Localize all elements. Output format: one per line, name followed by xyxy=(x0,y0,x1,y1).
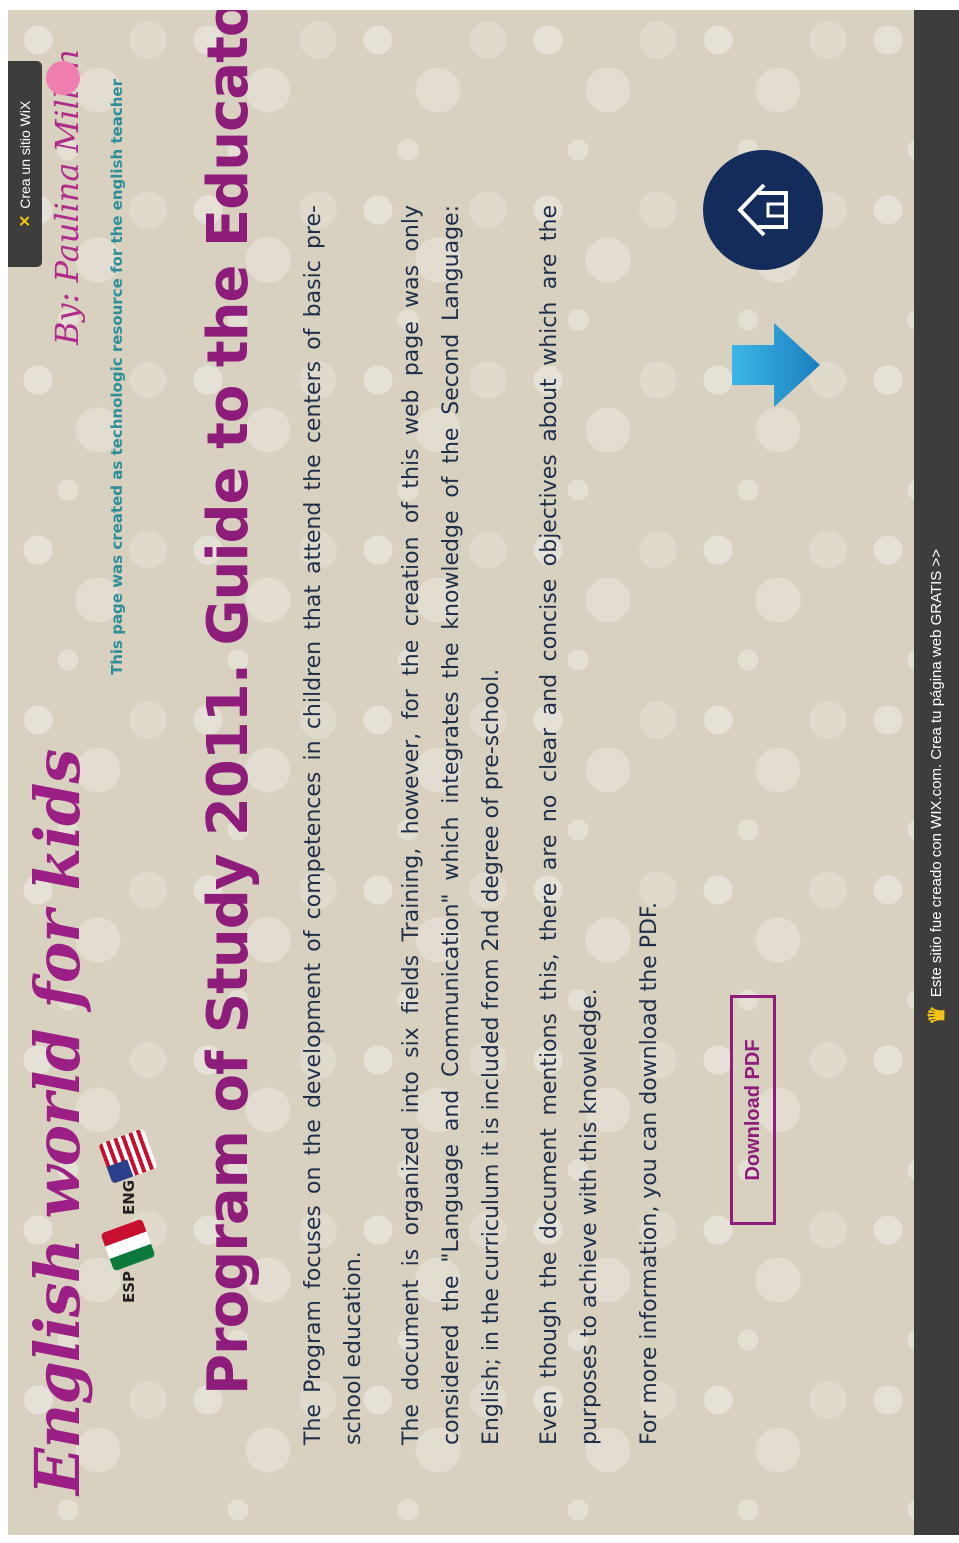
page-title: Program of Study 2011. Guide to the Educ… xyxy=(196,10,261,1395)
page-canvas: ✕ Crea un sitio WiX English world for ki… xyxy=(8,10,914,1535)
wix-footer-text[interactable]: Este sitio fue creado con WIX.com. Crea … xyxy=(928,549,945,997)
rotated-content: ✕ Crea un sitio WiX English world for ki… xyxy=(8,10,914,1535)
tagline: This page was created as technologic res… xyxy=(108,79,126,675)
wix-logo-icon: ✕ xyxy=(17,214,34,228)
lang-esp-link[interactable]: ESP xyxy=(120,1271,138,1303)
heart-icon xyxy=(46,61,80,95)
wix-badge-label: Crea un sitio WiX xyxy=(17,100,33,209)
paragraph-organization: The document is organized into six field… xyxy=(399,205,504,1445)
download-pdf-button[interactable]: Download PDF xyxy=(730,995,776,1225)
wix-crown-icon: ♛ xyxy=(923,1005,949,1025)
site-title[interactable]: English world for kids xyxy=(18,750,98,1495)
lang-eng-link[interactable]: ENG xyxy=(120,1180,138,1215)
wix-create-site-badge[interactable]: ✕ Crea un sitio WiX xyxy=(8,61,42,267)
paragraph-intro: The Program focuses on the development o… xyxy=(301,205,366,1445)
mexico-flag-icon[interactable] xyxy=(100,1218,156,1272)
wix-footer-bar[interactable]: ♛ Este sitio fue creado con WIX.com. Cre… xyxy=(914,10,959,1535)
paragraph-objectives: Even though the document mentions this, … xyxy=(537,205,602,1445)
paragraph-more-info: For more information, you can download t… xyxy=(637,901,662,1445)
down-arrow-icon[interactable] xyxy=(728,315,824,415)
home-button[interactable] xyxy=(703,150,823,270)
usa-flag-icon[interactable] xyxy=(98,1128,158,1184)
home-icon xyxy=(737,183,788,237)
